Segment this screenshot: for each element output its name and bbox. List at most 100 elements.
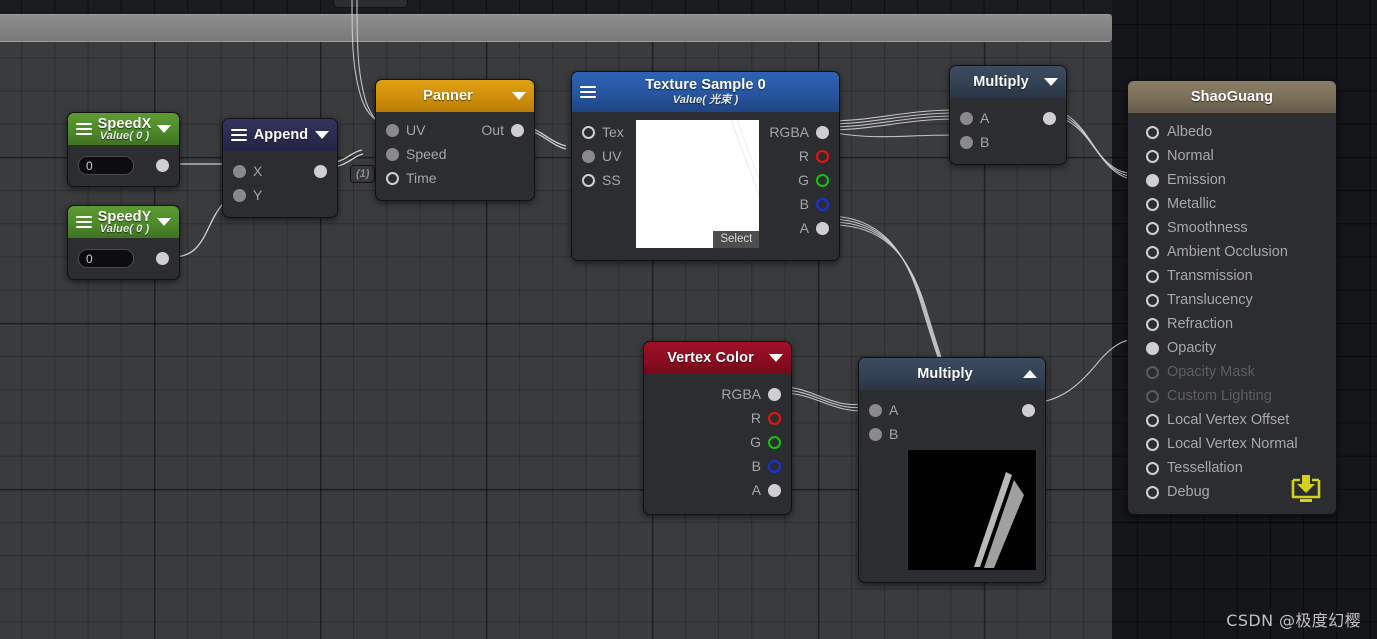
node-texture-sample[interactable]: Texture Sample 0 Value( 光束 ) Tex UV SS S… (571, 71, 840, 261)
chevron-down-icon[interactable] (157, 218, 171, 226)
node-header[interactable]: ShaoGuang (1128, 81, 1336, 113)
master-port-dot[interactable] (1146, 341, 1159, 355)
node-header[interactable]: Append (223, 119, 337, 151)
node-multiply-bottom[interactable]: Multiply A B (858, 357, 1046, 583)
node-title: Panner (423, 88, 473, 104)
node-header[interactable]: Panner (376, 80, 534, 112)
master-port-dot[interactable] (1146, 269, 1159, 283)
chevron-down-icon[interactable] (769, 354, 783, 362)
output-port-dot[interactable] (1022, 403, 1035, 417)
master-port-row[interactable]: Albedo (1128, 120, 1336, 144)
collapsed-node-tab[interactable]: (1) (350, 165, 376, 183)
port-label: A (799, 220, 809, 236)
speed-x-value-input[interactable] (78, 156, 134, 175)
input-port-dot-uv[interactable] (582, 149, 595, 163)
output-port-dot[interactable] (156, 252, 169, 265)
port-label: X (253, 163, 263, 179)
node-header[interactable]: SpeedY Value( 0 ) (68, 206, 179, 238)
hamburger-icon[interactable] (76, 123, 92, 135)
master-port-row[interactable]: Opacity Mask (1128, 360, 1336, 384)
master-port-dot[interactable] (1146, 245, 1159, 259)
master-port-row[interactable]: Transmission (1128, 264, 1336, 288)
select-texture-button[interactable]: Select (713, 231, 760, 248)
horizontal-scrollbar[interactable] (0, 14, 1112, 42)
hamburger-icon[interactable] (76, 216, 92, 228)
output-port-dot[interactable] (314, 164, 327, 178)
node-header[interactable]: Vertex Color (644, 342, 791, 374)
hamburger-icon[interactable] (231, 129, 247, 141)
node-panner[interactable]: Panner UV Out Speed Time (375, 79, 535, 201)
master-port-row[interactable]: Custom Lighting (1128, 384, 1336, 408)
output-port-dot-b[interactable] (768, 459, 781, 473)
master-port-dot[interactable] (1146, 437, 1159, 451)
input-port-dot-y[interactable] (233, 188, 246, 202)
output-port-dot-a[interactable] (768, 483, 781, 497)
output-port-dot-b[interactable] (816, 197, 829, 211)
node-vertex-color[interactable]: Vertex Color RGBA R G B A (643, 341, 792, 515)
master-port-list: Albedo Normal Emission Metallic Smoothness Am… (1128, 120, 1336, 504)
output-port-dot-r[interactable] (768, 411, 781, 425)
master-port-row[interactable]: Translucency (1128, 288, 1336, 312)
node-master-shaoguang[interactable]: ShaoGuang Albedo Normal Emission Metallic Sm… (1127, 80, 1337, 515)
master-port-row[interactable]: Ambient Occlusion (1128, 240, 1336, 264)
output-port-dot-g[interactable] (768, 435, 781, 449)
output-port-dot-rgba[interactable] (768, 387, 781, 401)
master-port-dot[interactable] (1146, 125, 1159, 139)
master-port-row[interactable]: Normal (1128, 144, 1336, 168)
input-port-dot-b[interactable] (960, 135, 973, 149)
master-port-dot[interactable] (1146, 413, 1159, 427)
node-speed-x[interactable]: SpeedX Value( 0 ) (67, 112, 180, 187)
output-port-dot-g[interactable] (816, 173, 829, 187)
master-port-row[interactable]: Local Vertex Normal (1128, 432, 1336, 456)
input-port-dot-x[interactable] (233, 164, 246, 178)
master-port-dot[interactable] (1146, 293, 1159, 307)
output-port-dot-a[interactable] (816, 221, 829, 235)
node-header[interactable]: Texture Sample 0 Value( 光束 ) (572, 72, 839, 112)
master-port-row[interactable]: Opacity (1128, 336, 1336, 360)
output-port-dot[interactable] (156, 159, 169, 172)
chevron-down-icon[interactable] (1044, 78, 1058, 86)
master-port-dot[interactable] (1146, 461, 1159, 475)
save-download-icon[interactable] (1288, 472, 1324, 506)
input-port-dot-uv[interactable] (386, 123, 399, 137)
master-port-row[interactable]: Metallic (1128, 192, 1336, 216)
node-speed-y[interactable]: SpeedY Value( 0 ) (67, 205, 180, 280)
texture-preview[interactable]: Select (636, 120, 760, 248)
master-port-row[interactable]: Emission (1128, 168, 1336, 192)
output-port-dot-rgba[interactable] (816, 125, 829, 139)
input-port-dot-a[interactable] (960, 111, 973, 125)
output-port-dot[interactable] (1043, 111, 1056, 125)
multiply-preview[interactable] (908, 450, 1036, 570)
input-port-dot-a[interactable] (869, 403, 882, 417)
chevron-down-icon[interactable] (157, 125, 171, 133)
input-port-dot-tex[interactable] (582, 125, 595, 139)
input-port-dot-ss[interactable] (582, 173, 595, 187)
master-port-dot[interactable] (1146, 149, 1159, 163)
chevron-down-icon[interactable] (315, 131, 329, 139)
input-port-dot-b[interactable] (869, 427, 882, 441)
master-port-dot[interactable] (1146, 197, 1159, 211)
node-header[interactable]: SpeedX Value( 0 ) (68, 113, 179, 145)
chevron-down-icon[interactable] (512, 92, 526, 100)
master-port-dot[interactable] (1146, 485, 1159, 499)
master-port-dot[interactable] (1146, 365, 1159, 379)
chevron-up-icon[interactable] (1023, 370, 1037, 378)
master-port-dot[interactable] (1146, 173, 1159, 187)
hamburger-icon[interactable] (580, 86, 596, 98)
port-label: Y (253, 187, 263, 203)
output-port-dot[interactable] (511, 123, 524, 137)
master-port-row[interactable]: Local Vertex Offset (1128, 408, 1336, 432)
output-port-dot-r[interactable] (816, 149, 829, 163)
node-multiply-top[interactable]: Multiply A B (949, 65, 1067, 165)
input-port-dot-speed[interactable] (386, 147, 399, 161)
node-header[interactable]: Multiply (859, 358, 1045, 390)
input-port-dot-time[interactable] (386, 171, 399, 185)
node-append[interactable]: Append X Y (222, 118, 338, 218)
node-header[interactable]: Multiply (950, 66, 1066, 98)
speed-y-value-input[interactable] (78, 249, 134, 268)
master-port-dot[interactable] (1146, 317, 1159, 331)
master-port-dot[interactable] (1146, 389, 1159, 403)
master-port-row[interactable]: Refraction (1128, 312, 1336, 336)
master-port-dot[interactable] (1146, 221, 1159, 235)
master-port-row[interactable]: Smoothness (1128, 216, 1336, 240)
